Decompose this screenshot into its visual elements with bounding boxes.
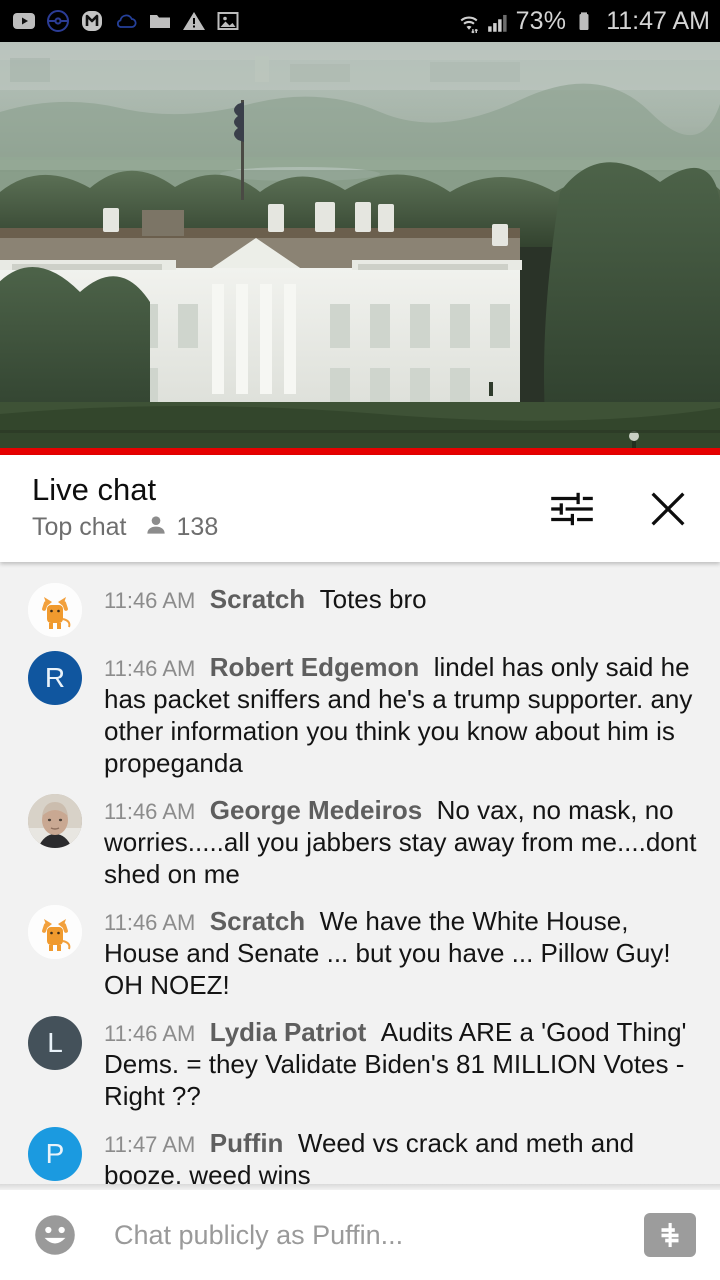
message-timestamp: 11:46 AM — [104, 909, 196, 935]
avatar[interactable]: R — [28, 651, 82, 705]
battery-icon — [572, 9, 596, 33]
wifi-icon — [456, 9, 480, 34]
avatar[interactable] — [28, 583, 82, 637]
status-bar-notification-icons — [12, 9, 240, 33]
message-text: Totes bro — [319, 584, 427, 614]
live-chat-header-titles: Live chat Top chat 138 — [32, 471, 218, 544]
message-body: 11:47 AM Puffin Weed vs crack and meth a… — [104, 1127, 698, 1190]
live-chat-subheader: Top chat 138 — [32, 512, 218, 543]
list-item[interactable]: R 11:46 AM Robert Edgemon lindel has onl… — [0, 644, 720, 787]
page-title: Live chat — [32, 471, 157, 507]
pokeball-icon — [46, 9, 70, 33]
message-timestamp: 11:46 AM — [104, 798, 196, 824]
cat-avatar-icon — [28, 904, 82, 959]
viewer-count-group: 138 — [143, 512, 219, 543]
live-chat-message-list[interactable]: 11:46 AM Scratch Totes bro R 11:46 AM Ro… — [0, 562, 720, 1190]
cat-avatar-icon — [28, 583, 82, 637]
viewer-count: 138 — [176, 513, 219, 542]
photos-icon — [216, 9, 240, 33]
dollar-sign-icon — [661, 1222, 679, 1248]
battery-percent-label: 73% — [515, 6, 567, 35]
list-item[interactable]: P 11:47 AM Puffin Weed vs crack and meth… — [0, 1120, 720, 1190]
video-progress-bar[interactable] — [0, 448, 720, 455]
message-body: 11:46 AM Robert Edgemon lindel has only … — [104, 651, 698, 780]
message-body: 11:46 AM Scratch We have the White House… — [104, 905, 698, 1002]
chat-mode-label[interactable]: Top chat — [32, 513, 127, 542]
android-status-bar: 73% 11:47 AM — [0, 0, 720, 42]
avatar-initial: R — [44, 662, 66, 693]
message-body: 11:46 AM George Medeiros No vax, no mask… — [104, 794, 698, 891]
avatar-initial: L — [47, 1026, 63, 1058]
message-body: 11:46 AM Scratch Totes bro — [104, 583, 427, 616]
live-chat-header-actions — [546, 483, 694, 535]
cloud-icon — [114, 9, 138, 33]
m-app-icon — [80, 9, 104, 33]
avatar[interactable] — [28, 904, 82, 959]
youtube-icon — [12, 9, 36, 33]
live-chat-header: Live chat Top chat 138 — [0, 455, 720, 562]
list-item[interactable]: 11:46 AM George Medeiros No vax, no mask… — [0, 787, 720, 898]
message-author[interactable]: Scratch — [210, 584, 305, 614]
list-item[interactable]: 11:46 AM Scratch We have the White House… — [0, 898, 720, 1009]
warning-icon — [182, 9, 206, 33]
avatar[interactable]: L — [28, 1015, 82, 1070]
list-item[interactable]: L 11:46 AM Lydia Patriot Audits ARE a 'G… — [0, 1009, 720, 1120]
list-item[interactable]: 11:46 AM Scratch Totes bro — [0, 576, 720, 644]
status-bar-system-icons: 73% 11:47 AM — [456, 7, 710, 36]
person-icon — [143, 512, 169, 543]
avatar[interactable]: P — [28, 1126, 82, 1181]
message-author[interactable]: Puffin — [210, 1128, 284, 1158]
chat-input-bar — [0, 1184, 720, 1280]
chat-input[interactable] — [114, 1219, 644, 1251]
folder-icon — [148, 9, 172, 33]
status-bar-clock: 11:47 AM — [606, 6, 710, 35]
emoji-smiley-icon[interactable] — [30, 1210, 80, 1260]
avatar[interactable] — [28, 793, 82, 848]
message-author[interactable]: Robert Edgemon — [210, 652, 419, 682]
close-icon[interactable] — [642, 483, 694, 535]
superchat-button[interactable] — [644, 1213, 696, 1257]
message-timestamp: 11:46 AM — [104, 656, 196, 681]
message-timestamp: 11:46 AM — [104, 588, 196, 613]
white-house-live-frame — [0, 42, 720, 455]
user-photo-avatar-icon — [28, 793, 82, 848]
message-body: 11:46 AM Lydia Patriot Audits ARE a 'Goo… — [104, 1016, 698, 1113]
avatar-initial: P — [45, 1137, 65, 1169]
video-player[interactable] — [0, 42, 720, 455]
message-author[interactable]: Lydia Patriot — [210, 1017, 367, 1047]
youtube-live-chat-screen: 73% 11:47 AM Live chat Top chat 138 11:4… — [0, 0, 720, 1280]
tune-sliders-icon[interactable] — [546, 483, 598, 535]
message-timestamp: 11:46 AM — [104, 1020, 196, 1046]
message-timestamp: 11:47 AM — [104, 1131, 196, 1157]
message-author[interactable]: Scratch — [210, 906, 305, 936]
message-author[interactable]: George Medeiros — [210, 795, 422, 825]
cell-signal-icon — [486, 9, 510, 33]
